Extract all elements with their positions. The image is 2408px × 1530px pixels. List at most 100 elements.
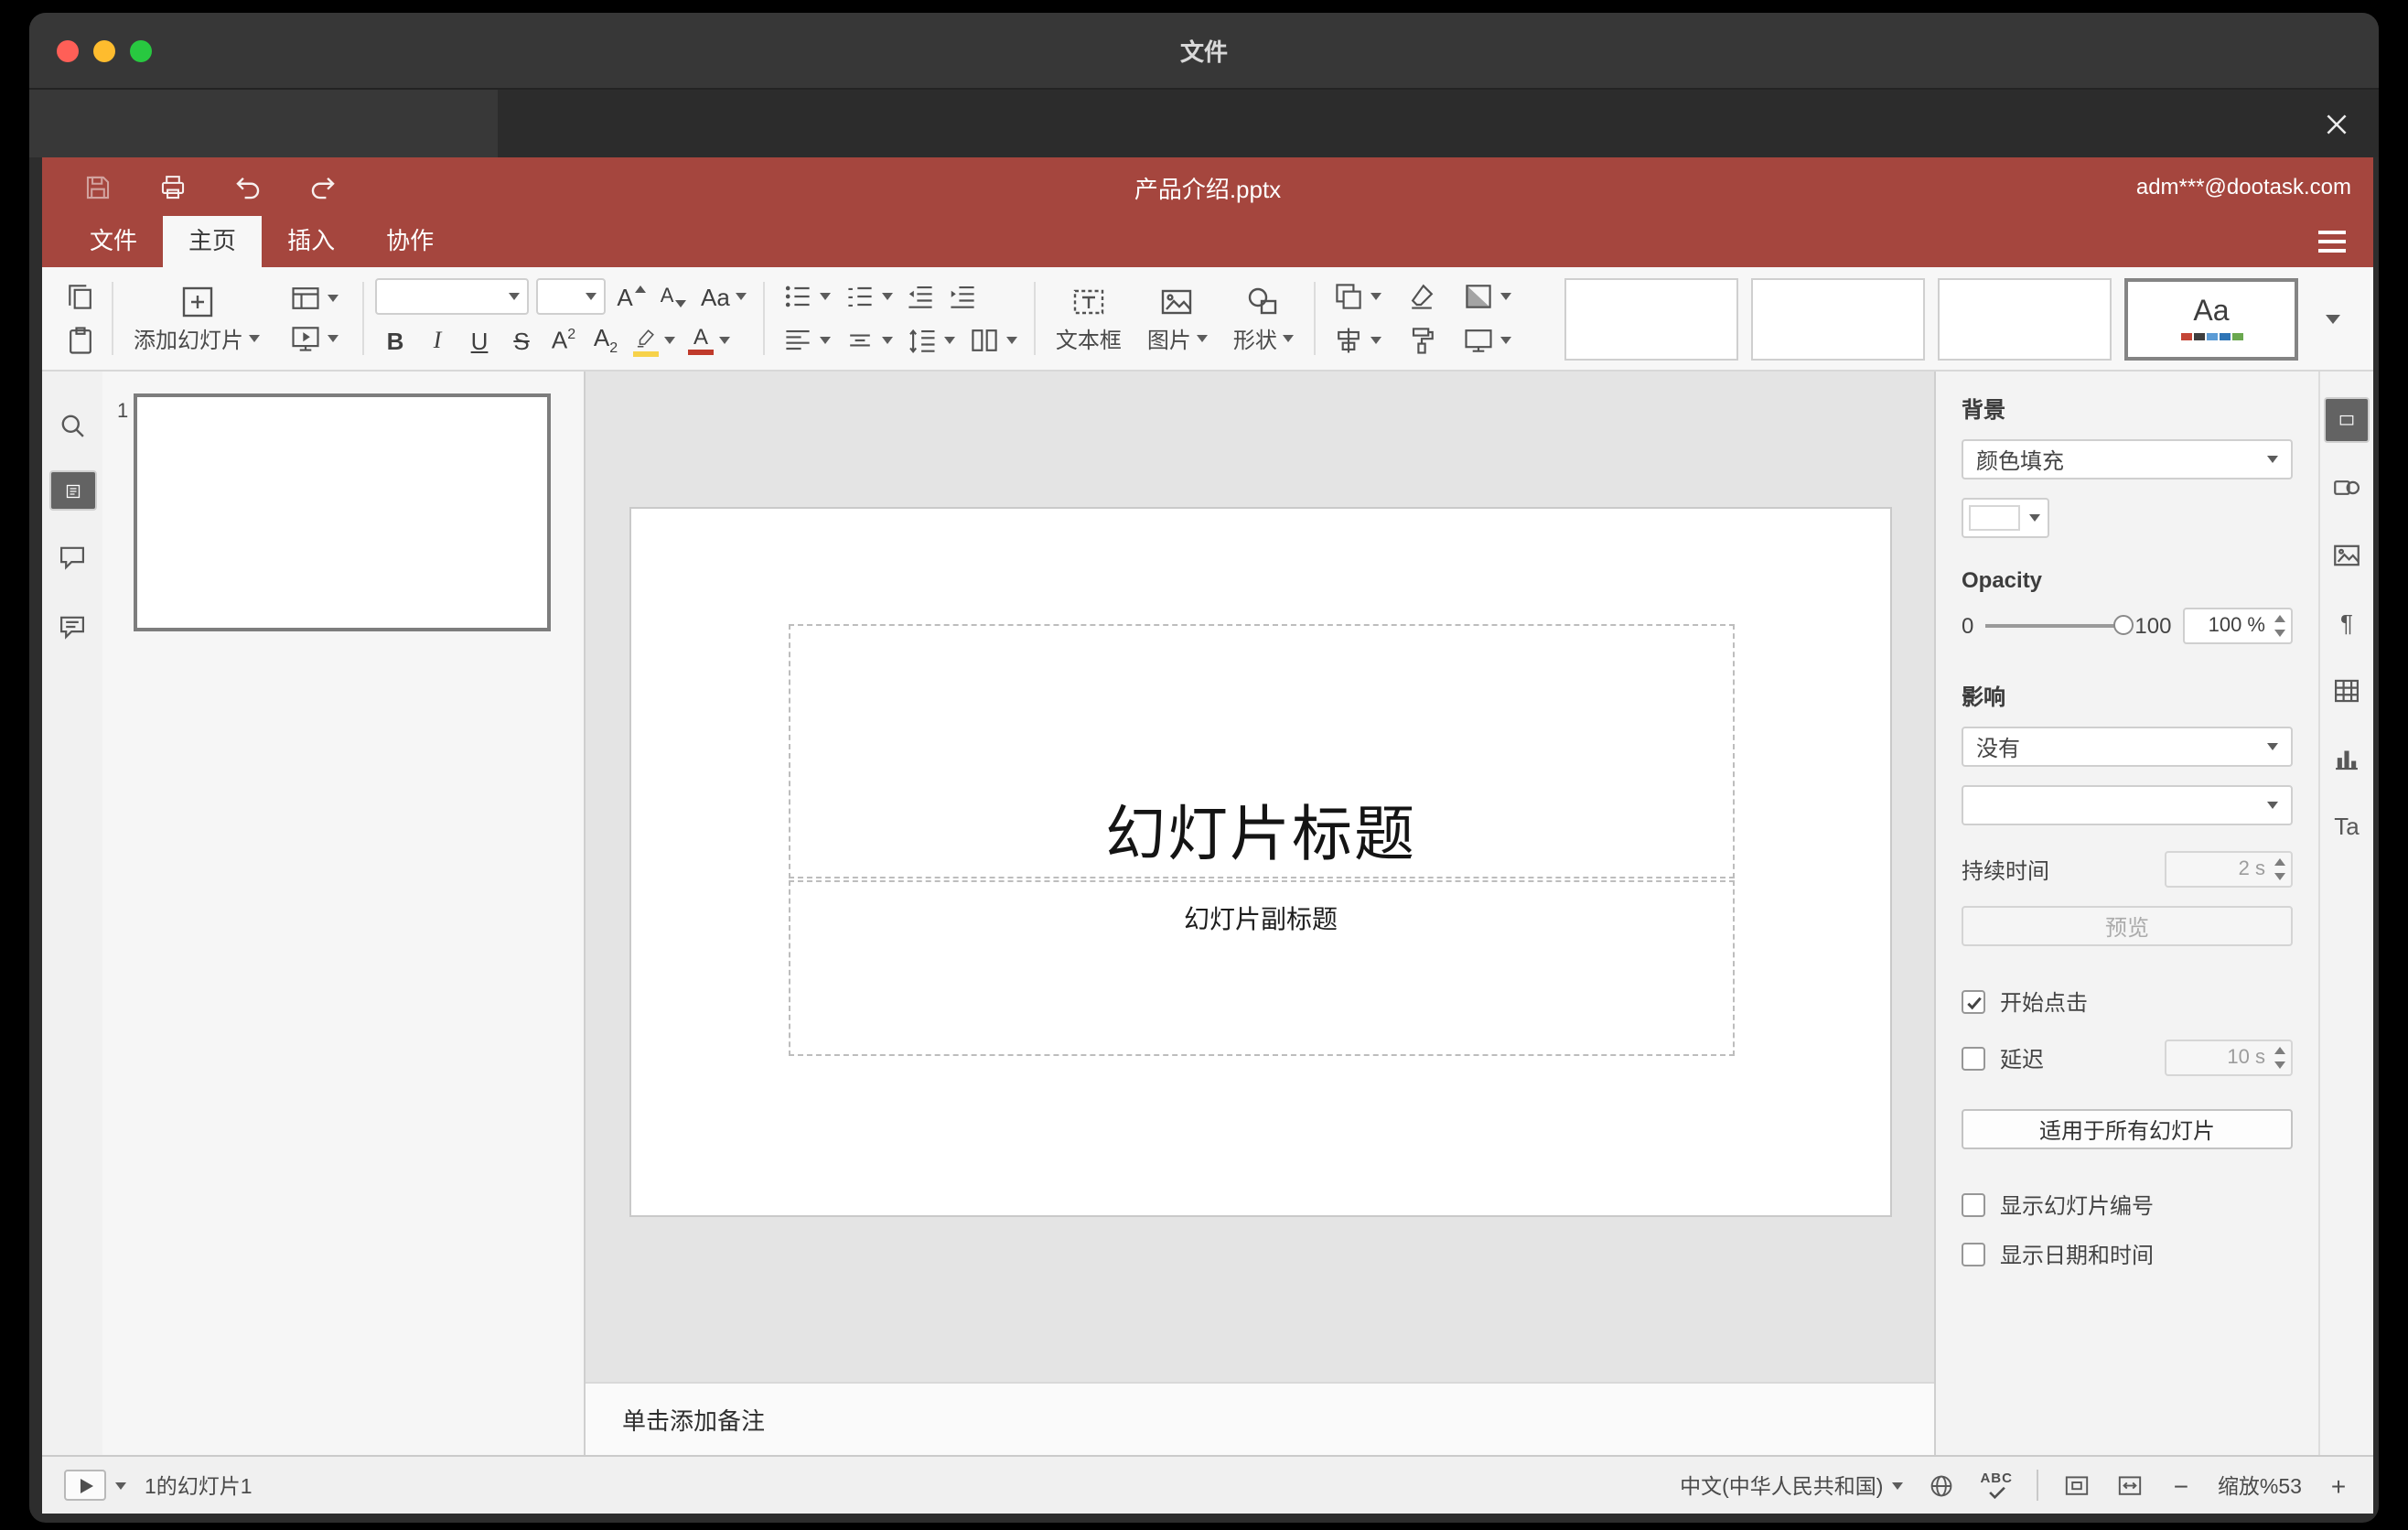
font-color-icon[interactable]: A: [683, 320, 736, 361]
transition-effect-select[interactable]: 没有: [1962, 727, 2293, 767]
image-settings-icon[interactable]: [2324, 533, 2370, 578]
notes-area[interactable]: 单击添加备注: [586, 1382, 1934, 1455]
vertical-align-icon[interactable]: [838, 320, 898, 361]
slide-settings-icon[interactable]: [2324, 397, 2370, 443]
redo-icon[interactable]: [307, 171, 339, 202]
italic-icon[interactable]: I: [417, 320, 457, 361]
delay-spinner[interactable]: 10 s: [2165, 1040, 2293, 1076]
language-select[interactable]: 中文(中华人民共和国): [1680, 1471, 1904, 1500]
expand-theme-gallery-button[interactable]: [2311, 277, 2355, 360]
chevron-down-icon[interactable]: [115, 1482, 126, 1489]
fill-color-select[interactable]: [1962, 498, 2049, 538]
change-case-icon[interactable]: Aa: [695, 276, 752, 317]
fit-width-icon[interactable]: [2115, 1471, 2145, 1500]
paste-icon[interactable]: [60, 320, 101, 361]
zoom-in-icon[interactable]: +: [2326, 1471, 2351, 1500]
strikethrough-icon[interactable]: S: [501, 320, 542, 361]
spinner-up-icon[interactable]: [2274, 858, 2285, 866]
slide-size-icon[interactable]: [1457, 320, 1517, 361]
start-slideshow-button[interactable]: [284, 318, 344, 359]
color-scheme-icon[interactable]: [1457, 276, 1517, 317]
paragraph-settings-icon[interactable]: ¶: [2324, 600, 2370, 646]
arrange-shapes-icon[interactable]: [1327, 276, 1387, 317]
document-language-icon[interactable]: [1927, 1471, 1956, 1500]
chart-settings-icon[interactable]: [2324, 736, 2370, 781]
undo-icon[interactable]: [232, 171, 263, 202]
textart-settings-icon[interactable]: Ta: [2324, 803, 2370, 849]
slides-panel-icon[interactable]: [48, 470, 96, 511]
highlight-color-icon[interactable]: [628, 320, 681, 361]
theme-thumbnail[interactable]: [1564, 277, 1738, 360]
opacity-value-spinner[interactable]: 100 %: [2183, 608, 2293, 644]
close-icon[interactable]: [2315, 102, 2357, 145]
spellcheck-icon[interactable]: ABC: [1980, 1471, 2013, 1499]
minimize-window-icon[interactable]: [93, 39, 115, 61]
menu-icon[interactable]: [2318, 231, 2346, 253]
underline-icon[interactable]: U: [459, 320, 500, 361]
slide-layout-button[interactable]: [284, 278, 344, 318]
increase-font-size-icon[interactable]: A: [611, 276, 651, 317]
save-icon[interactable]: [82, 171, 113, 202]
superscript-icon[interactable]: A2: [543, 320, 584, 361]
copy-style-icon[interactable]: [1402, 320, 1442, 361]
table-settings-icon[interactable]: [2324, 668, 2370, 714]
copy-icon[interactable]: [60, 276, 101, 317]
tab-collaboration[interactable]: 协作: [360, 216, 459, 267]
subtitle-placeholder[interactable]: 幻灯片副标题: [788, 880, 1734, 1056]
tab-insert[interactable]: 插入: [262, 216, 360, 267]
fill-type-select[interactable]: 颜色填充: [1962, 439, 2293, 479]
spinner-down-icon[interactable]: [2274, 873, 2285, 880]
apply-to-all-slides-button[interactable]: 适用于所有幻灯片: [1962, 1109, 2293, 1149]
start-preview-button[interactable]: [64, 1470, 106, 1501]
slide-workspace[interactable]: 幻灯片标题 幻灯片副标题: [586, 372, 1934, 1382]
search-icon[interactable]: [48, 401, 96, 448]
close-window-icon[interactable]: [57, 39, 79, 61]
slide-thumbnail[interactable]: [134, 393, 551, 631]
tab-home[interactable]: 主页: [163, 216, 263, 267]
chat-icon[interactable]: [48, 602, 96, 650]
spinner-down-icon[interactable]: [2274, 630, 2285, 637]
font-name-select[interactable]: [375, 278, 530, 315]
delay-checkbox[interactable]: [1962, 1046, 1985, 1070]
title-placeholder[interactable]: 幻灯片标题: [788, 624, 1734, 878]
font-size-select[interactable]: [536, 278, 607, 315]
clear-style-icon[interactable]: [1402, 276, 1442, 317]
horizontal-align-icon[interactable]: [776, 320, 836, 361]
align-shapes-icon[interactable]: [1327, 320, 1387, 361]
line-spacing-icon[interactable]: [900, 320, 961, 361]
spinner-up-icon[interactable]: [2274, 615, 2285, 622]
theme-thumbnail[interactable]: [1938, 277, 2112, 360]
zoom-out-icon[interactable]: −: [2168, 1471, 2194, 1500]
columns-icon[interactable]: [962, 320, 1023, 361]
bold-icon[interactable]: B: [375, 320, 415, 361]
start-on-click-checkbox[interactable]: [1962, 990, 1985, 1014]
decrease-indent-icon[interactable]: [900, 276, 941, 317]
insert-textbox-button[interactable]: 文本框: [1047, 282, 1131, 355]
maximize-window-icon[interactable]: [130, 39, 152, 61]
subscript-icon[interactable]: A2: [586, 320, 626, 361]
print-icon[interactable]: [157, 171, 188, 202]
comments-icon[interactable]: [48, 533, 96, 580]
insert-image-button[interactable]: 图片: [1138, 282, 1217, 355]
show-date-time-checkbox[interactable]: [1962, 1243, 1985, 1266]
insert-shape-button[interactable]: 形状: [1224, 282, 1303, 355]
preview-button[interactable]: 预览: [1962, 906, 2293, 946]
decrease-font-size-icon[interactable]: A: [653, 276, 693, 317]
bullet-list-icon[interactable]: [776, 276, 836, 317]
theme-thumbnail[interactable]: [1751, 277, 1925, 360]
slide[interactable]: 幻灯片标题 幻灯片副标题: [629, 507, 1891, 1217]
add-slide-button[interactable]: 添加幻灯片: [124, 282, 269, 355]
spinner-up-icon[interactable]: [2274, 1047, 2285, 1054]
theme-thumbnail-selected[interactable]: Aa: [2124, 277, 2298, 360]
transition-variant-select[interactable]: [1962, 785, 2293, 825]
fit-slide-icon[interactable]: [2062, 1471, 2091, 1500]
tab-file[interactable]: 文件: [64, 216, 163, 267]
opacity-slider[interactable]: [1984, 615, 2134, 635]
duration-spinner[interactable]: 2 s: [2165, 851, 2293, 888]
increase-indent-icon[interactable]: [942, 276, 983, 317]
spinner-down-icon[interactable]: [2274, 1061, 2285, 1069]
shape-settings-icon[interactable]: [2324, 465, 2370, 511]
show-slide-number-checkbox[interactable]: [1962, 1193, 1985, 1217]
slider-thumb[interactable]: [2112, 615, 2134, 635]
numbered-list-icon[interactable]: [838, 276, 898, 317]
